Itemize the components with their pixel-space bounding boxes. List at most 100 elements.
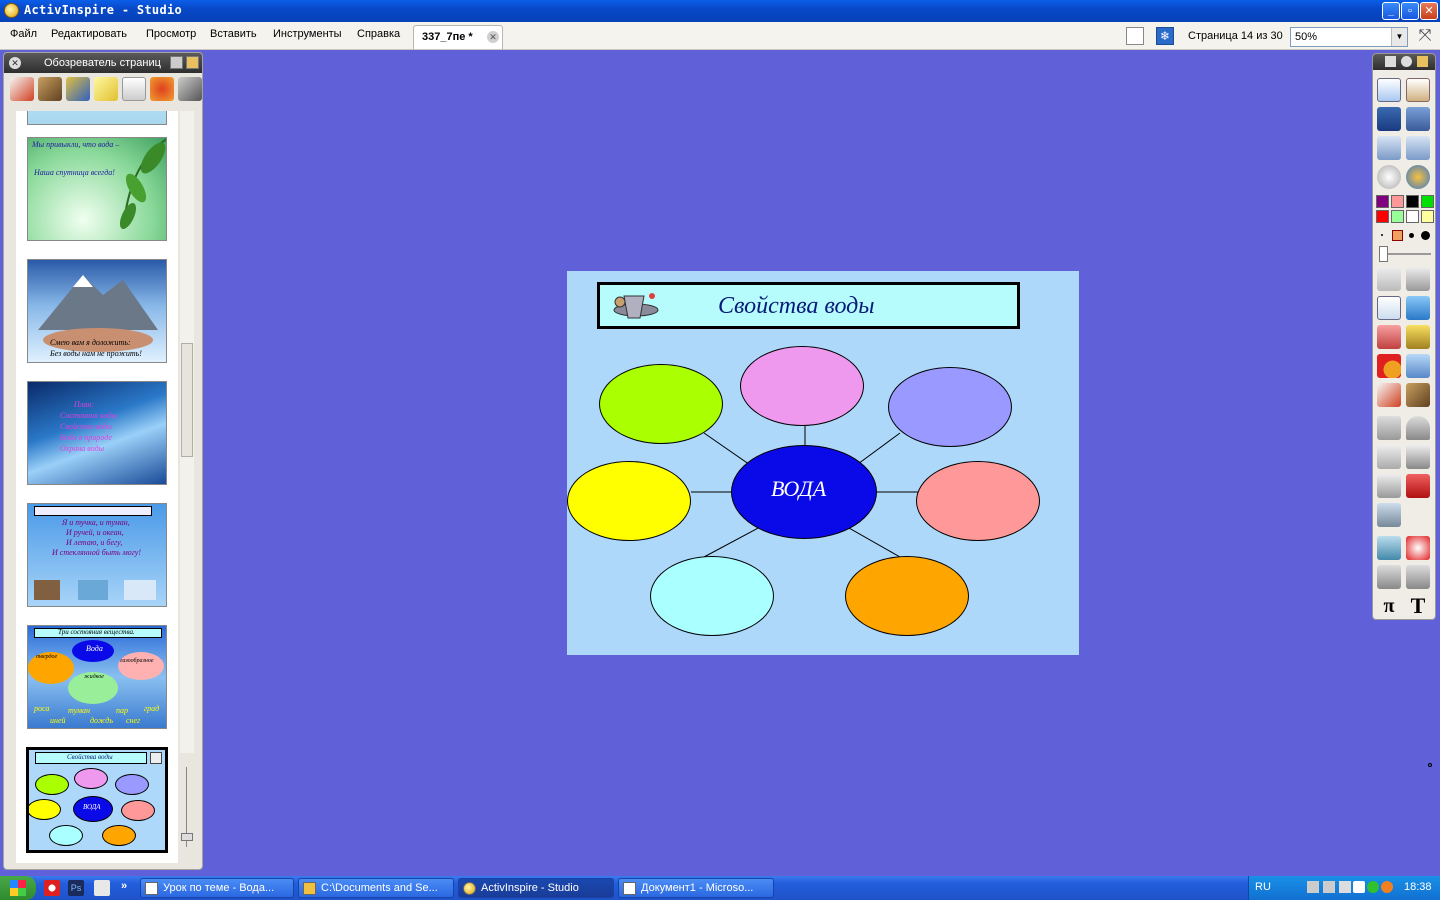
- reset-page-icon[interactable]: [1406, 536, 1430, 560]
- menu-help[interactable]: Справка: [357, 28, 400, 40]
- page-browser-icon[interactable]: [10, 77, 34, 101]
- math-icon[interactable]: π: [1377, 594, 1401, 618]
- scrollbar-thumb[interactable]: [181, 343, 193, 457]
- color-swatch[interactable]: [1391, 210, 1404, 223]
- page-view-icon[interactable]: [1126, 27, 1144, 45]
- eraser-icon[interactable]: [1377, 325, 1401, 349]
- pen-width-3[interactable]: [1409, 233, 1414, 238]
- calculator-icon[interactable]: [1377, 474, 1401, 498]
- action-browser-icon[interactable]: [150, 77, 174, 101]
- icq-icon[interactable]: [1367, 881, 1379, 893]
- main-menu-icon[interactable]: [1377, 78, 1401, 102]
- page-thumbnail[interactable]: План: Состояния воды Свойства воды Вода …: [27, 381, 167, 485]
- close-browser-icon[interactable]: ✕: [9, 57, 21, 69]
- pen-width-1[interactable]: [1381, 234, 1383, 236]
- tray-icon[interactable]: [1353, 881, 1365, 893]
- library-icon[interactable]: [1406, 383, 1430, 407]
- ruler-icon[interactable]: [1377, 416, 1401, 440]
- thumbnail-scrollbar[interactable]: ▼: [180, 111, 194, 801]
- more-icon[interactable]: »: [121, 880, 127, 892]
- size-slider[interactable]: [180, 753, 194, 863]
- connector-icon[interactable]: [1406, 354, 1430, 378]
- agent-icon[interactable]: [1381, 881, 1393, 893]
- quick-launch-icon[interactable]: [44, 880, 60, 896]
- pen-width-2[interactable]: [1392, 230, 1403, 241]
- page-thumbnail[interactable]: [27, 111, 167, 125]
- triangle-icon[interactable]: [1377, 445, 1401, 469]
- clear-icon[interactable]: [1377, 536, 1401, 560]
- page-thumbnail[interactable]: Мы привыкли, что вода – Наша спутница вс…: [27, 137, 167, 241]
- slide-title-box[interactable]: Свойства воды: [597, 282, 1020, 329]
- network-icon[interactable]: [1307, 881, 1319, 893]
- collapse-icon[interactable]: [1401, 56, 1412, 67]
- spotlight-icon[interactable]: [1377, 503, 1401, 527]
- pdf-icon[interactable]: [94, 880, 110, 896]
- menu-insert[interactable]: Вставить: [210, 28, 257, 40]
- photoshop-icon[interactable]: Ps: [68, 880, 84, 896]
- highlighter-icon[interactable]: [1406, 296, 1430, 320]
- menu-file[interactable]: Файл: [10, 28, 37, 40]
- width-slider-thumb[interactable]: [1379, 246, 1388, 262]
- redo-icon[interactable]: [1406, 565, 1430, 589]
- ellipse-top-left[interactable]: [599, 364, 723, 444]
- fit-to-screen-icon[interactable]: ⤧: [1414, 27, 1436, 47]
- browsers-icon[interactable]: [1406, 78, 1430, 102]
- color-swatch[interactable]: [1421, 210, 1434, 223]
- pen-width-4[interactable]: [1421, 231, 1430, 240]
- task-button[interactable]: C:\Documents and Se...: [298, 878, 454, 898]
- pin-icon[interactable]: [1417, 56, 1428, 67]
- play-icon[interactable]: [1377, 165, 1401, 189]
- pin-icon[interactable]: [186, 56, 199, 69]
- zoom-select[interactable]: 50% ▼: [1290, 27, 1408, 47]
- language-indicator[interactable]: RU: [1255, 881, 1271, 893]
- design-mode-icon[interactable]: [1406, 107, 1430, 131]
- chevron-down-icon[interactable]: ▼: [1391, 28, 1407, 46]
- color-swatch[interactable]: [1391, 195, 1404, 208]
- document-tab[interactable]: 337_7пе * ✕: [413, 25, 503, 49]
- network-icon[interactable]: [1323, 881, 1335, 893]
- menu-edit[interactable]: Редактировать: [51, 28, 127, 40]
- page-thumbnail[interactable]: Смею вам я доложить: Без воды нам не про…: [27, 259, 167, 363]
- color-swatch[interactable]: [1406, 210, 1419, 223]
- select-icon[interactable]: [1377, 267, 1401, 291]
- ellipse-bottom-left[interactable]: [650, 556, 774, 636]
- close-tab-icon[interactable]: ✕: [487, 31, 499, 43]
- minimize-button[interactable]: _: [1382, 2, 1400, 20]
- page-thumbnail-current[interactable]: Свойства воды ВОДА: [26, 747, 168, 853]
- snowflake-icon[interactable]: ❄: [1156, 27, 1174, 45]
- ellipse-top-right[interactable]: [888, 367, 1012, 447]
- reset-icon[interactable]: [1406, 165, 1430, 189]
- color-swatch[interactable]: [1421, 195, 1434, 208]
- start-button[interactable]: [0, 876, 36, 900]
- task-button[interactable]: Урок по теме - Вода...: [140, 878, 294, 898]
- slide-canvas[interactable]: Свойства воды ВОДА: [567, 271, 1079, 655]
- ellipse-left[interactable]: [567, 461, 691, 541]
- protractor-icon[interactable]: [1406, 416, 1430, 440]
- compass-icon[interactable]: [1406, 445, 1430, 469]
- resource-browser-icon[interactable]: [38, 77, 62, 101]
- ellipse-bottom-right[interactable]: [845, 556, 969, 636]
- undo-icon[interactable]: [1377, 565, 1401, 589]
- task-button[interactable]: Документ1 - Microso...: [618, 878, 774, 898]
- thumb-menu-icon[interactable]: [150, 752, 162, 764]
- voting-browser-icon[interactable]: [178, 77, 202, 101]
- property-browser-icon[interactable]: [122, 77, 146, 101]
- tools-icon[interactable]: [1406, 267, 1430, 291]
- close-button[interactable]: ✕: [1420, 2, 1438, 20]
- shape-icon[interactable]: [1377, 354, 1401, 378]
- fill-icon[interactable]: [1406, 325, 1430, 349]
- page-icon[interactable]: [1377, 383, 1401, 407]
- menu-tools[interactable]: Инструменты: [273, 28, 342, 40]
- ellipse-right[interactable]: [916, 461, 1040, 541]
- pen-icon[interactable]: [1377, 296, 1401, 320]
- next-page-icon[interactable]: [1406, 136, 1430, 160]
- page-thumbnail[interactable]: Три состояния вещества. Вода твердое газ…: [27, 625, 167, 729]
- toolbox-menu-icon[interactable]: [1385, 56, 1396, 67]
- menu-view[interactable]: Просмотр: [146, 28, 196, 40]
- ellipse-top[interactable]: [740, 346, 864, 426]
- tray-icon[interactable]: [1339, 881, 1351, 893]
- page-thumbnail[interactable]: Я и тучка, и туман, И ручей, и океан, И …: [27, 503, 167, 607]
- dual-user-icon[interactable]: [1377, 107, 1401, 131]
- color-swatch[interactable]: [1376, 195, 1389, 208]
- dice-icon[interactable]: [1406, 474, 1430, 498]
